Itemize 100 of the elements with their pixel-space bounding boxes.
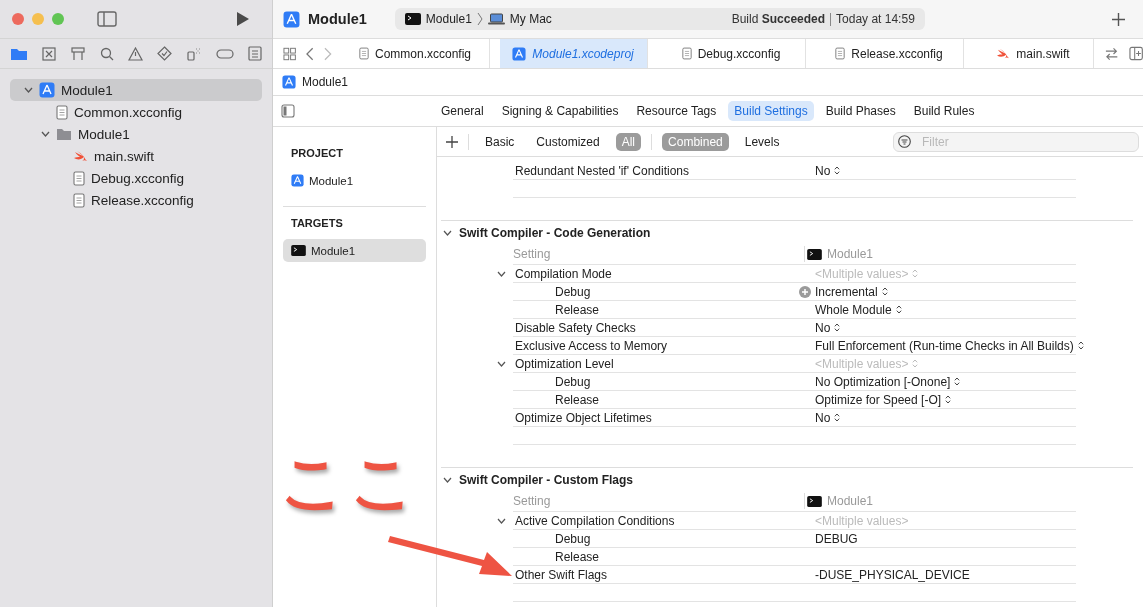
column-header: Setting	[513, 494, 552, 508]
document-icon	[73, 192, 85, 208]
filter-button[interactable]: Basic	[479, 132, 521, 151]
up-down-chevron-icon[interactable]	[834, 323, 841, 332]
setting-name: Debug	[554, 284, 592, 299]
up-down-chevron-icon[interactable]	[954, 377, 961, 386]
file-tree-item[interactable]: Module1	[10, 123, 262, 145]
file-tree-item[interactable]: Debug.xcconfig	[10, 167, 262, 189]
chevron-down-icon[interactable]	[41, 131, 50, 137]
grid-icon[interactable]	[283, 46, 297, 61]
search-icon[interactable]	[100, 46, 114, 61]
window-title: Module1	[308, 11, 367, 27]
up-down-chevron-icon[interactable]	[895, 305, 902, 314]
document-icon	[681, 47, 692, 60]
file-tree-item[interactable]: main.swift	[10, 145, 262, 167]
setting-name: Debug	[554, 374, 592, 389]
up-down-chevron-icon[interactable]	[834, 166, 841, 175]
terminal-icon	[291, 245, 306, 256]
setting-value[interactable]: No Optimization [-Onone]	[815, 374, 951, 389]
setting-name: Other Swift Flags	[514, 567, 609, 582]
chevron-down-icon[interactable]	[497, 271, 506, 277]
close-button[interactable]	[12, 13, 24, 25]
up-down-chevron-icon[interactable]	[881, 287, 888, 296]
setting-name: Release	[554, 392, 601, 407]
editor-tab[interactable]: Build Phases	[819, 101, 902, 121]
folder-icon	[56, 127, 72, 141]
editor-tab[interactable]: Common.xcconfig	[341, 39, 490, 68]
up-down-chevron-icon[interactable]	[945, 395, 952, 404]
x-square-icon[interactable]	[42, 46, 56, 61]
editor-tab[interactable]: main.swift	[973, 39, 1094, 68]
setting-value[interactable]: No	[815, 163, 831, 178]
editor-tab[interactable]: Build Settings	[728, 101, 814, 121]
sidebar-toggle-icon[interactable]	[97, 11, 117, 27]
column-header: Module1	[827, 247, 874, 261]
target-list-item[interactable]: Module1	[283, 239, 426, 262]
filter-field[interactable]: Filter	[893, 131, 1139, 152]
setting-name: Debug	[554, 531, 592, 546]
destination-selector[interactable]: My Mac	[509, 12, 552, 26]
document-icon	[56, 104, 68, 120]
build-time: Today at 14:59	[836, 12, 915, 26]
up-down-chevron-icon[interactable]	[834, 413, 841, 422]
setting-value[interactable]: Incremental	[815, 284, 878, 299]
chevron-down-icon[interactable]	[497, 518, 506, 524]
setting-name: Optimization Level	[514, 356, 615, 371]
section-heading: TARGETS	[290, 217, 344, 229]
laptop-icon	[487, 13, 505, 25]
plus-icon[interactable]	[446, 135, 458, 148]
up-down-chevron-icon[interactable]	[1077, 341, 1084, 350]
setting-value[interactable]: Optimize for Speed [-O]	[815, 392, 942, 407]
warning-icon[interactable]	[128, 46, 143, 61]
terminal-icon	[807, 495, 822, 507]
setting-name: Redundant Nested 'if' Conditions	[514, 163, 691, 178]
hierarchy-icon[interactable]	[70, 46, 86, 61]
setting-value: <Multiple values>	[815, 513, 909, 528]
setting-value[interactable]: Full Enforcement (Run-time Checks in All Builds)	[815, 338, 1074, 353]
editor-tab[interactable]: Resource Tags	[630, 101, 723, 121]
editor-tab[interactable]: Release.xcconfig	[815, 39, 964, 68]
annotation-text: ここ	[280, 450, 420, 514]
setting-name: Release	[554, 549, 601, 564]
plus-icon[interactable]	[1112, 12, 1125, 26]
add-editor-icon[interactable]	[1128, 46, 1143, 61]
chevron-down-icon[interactable]	[443, 229, 452, 236]
section-title: Swift Compiler - Code Generation	[459, 225, 651, 240]
list-icon[interactable]	[248, 46, 262, 61]
target-list-item[interactable]: Module1	[283, 169, 426, 192]
plus-circle-icon[interactable]	[799, 285, 811, 298]
folder-icon[interactable]	[10, 46, 28, 61]
swap-arrows-icon[interactable]	[1103, 46, 1119, 61]
setting-name: Disable Safety Checks	[514, 320, 637, 335]
tag-icon[interactable]	[216, 47, 234, 60]
editor-tab[interactable]: Build Rules	[907, 101, 981, 121]
file-tree-item[interactable]: Release.xcconfig	[10, 189, 262, 211]
back-icon[interactable]	[306, 46, 314, 61]
editor-tab[interactable]: Debug.xcconfig	[657, 39, 806, 68]
setting-value[interactable]: No	[815, 320, 831, 335]
filter-button[interactable]: Levels	[738, 132, 786, 151]
file-tree-item[interactable]: Common.xcconfig	[10, 101, 262, 123]
setting-value[interactable]: No	[815, 410, 831, 425]
setting-name: Release	[554, 302, 601, 317]
chevron-down-icon[interactable]	[443, 476, 452, 483]
chevron-down-icon[interactable]	[497, 361, 506, 367]
terminal-icon	[404, 13, 421, 25]
sidebar-toggle-icon[interactable]	[281, 104, 295, 118]
editor-tab[interactable]: Signing & Capabilities	[495, 101, 625, 121]
document-icon	[73, 170, 85, 186]
file-tree-item[interactable]: Module1	[10, 79, 262, 101]
scheme-selector[interactable]: Module1	[425, 12, 472, 26]
spray-icon[interactable]	[186, 46, 202, 61]
editor-tab[interactable]: Module1.xcodeproj	[499, 39, 648, 68]
chevron-right-icon	[476, 12, 483, 26]
jump-bar-item[interactable]: Module1	[302, 75, 349, 89]
chevron-down-icon[interactable]	[24, 87, 33, 93]
setting-value: DEBUG	[815, 531, 858, 546]
document-icon	[835, 47, 846, 60]
diamond-check-icon[interactable]	[157, 46, 172, 61]
play-icon[interactable]	[236, 11, 250, 27]
app-icon	[512, 46, 527, 61]
editor-tab[interactable]: General	[435, 101, 490, 121]
setting-value[interactable]: Whole Module	[815, 302, 892, 317]
filter-button[interactable]: Customized	[530, 132, 606, 151]
